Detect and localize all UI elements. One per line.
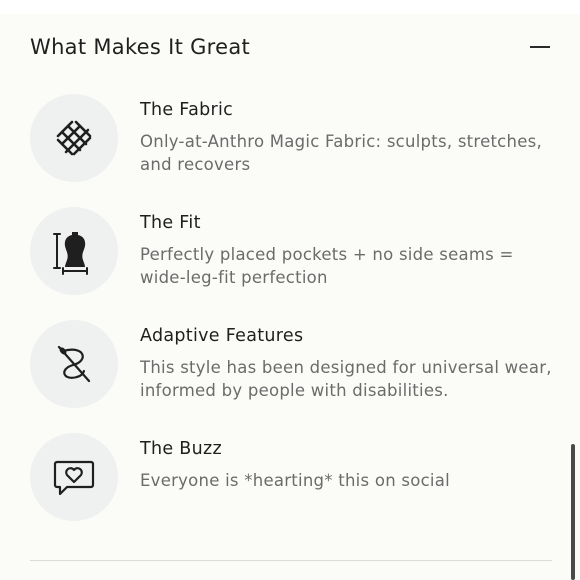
heart-chat-icon xyxy=(30,433,118,521)
feature-adaptive: Adaptive Features This style has been de… xyxy=(30,320,552,410)
accordion-title: What Makes It Great xyxy=(30,35,251,59)
what-makes-it-great-accordion: What Makes It Great The Fabric Only-at-A… xyxy=(0,14,580,580)
feature-fit: The Fit Perfectly placed pockets + no si… xyxy=(30,207,552,297)
divider xyxy=(30,560,552,561)
feature-fabric: The Fabric Only-at-Anthro Magic Fabric: … xyxy=(30,94,552,184)
minus-icon[interactable] xyxy=(530,46,550,48)
feature-title: The Buzz xyxy=(140,439,222,459)
scrollbar[interactable] xyxy=(571,444,575,580)
feature-description: Only-at-Anthro Magic Fabric: sculpts, st… xyxy=(140,132,542,174)
feature-text: The Fabric Only-at-Anthro Magic Fabric: … xyxy=(140,100,552,176)
feature-text: The Buzz Everyone is *hearting* this on … xyxy=(140,439,552,492)
feature-text: Adaptive Features This style has been de… xyxy=(140,326,552,402)
accordion-header[interactable]: What Makes It Great xyxy=(30,32,552,62)
needle-thread-icon xyxy=(30,320,118,408)
feature-title: The Fit xyxy=(140,213,201,233)
feature-description: This style has been designed for univers… xyxy=(140,358,552,400)
feature-description: Perfectly placed pockets + no side seams… xyxy=(140,245,514,287)
woven-fabric-icon xyxy=(30,94,118,182)
top-strip xyxy=(0,0,580,14)
dress-form-icon xyxy=(30,207,118,295)
feature-title: The Fabric xyxy=(140,100,234,120)
feature-buzz: The Buzz Everyone is *hearting* this on … xyxy=(30,433,552,523)
feature-text: The Fit Perfectly placed pockets + no si… xyxy=(140,213,552,289)
feature-title: Adaptive Features xyxy=(140,326,304,346)
feature-description: Everyone is *hearting* this on social xyxy=(140,471,450,490)
